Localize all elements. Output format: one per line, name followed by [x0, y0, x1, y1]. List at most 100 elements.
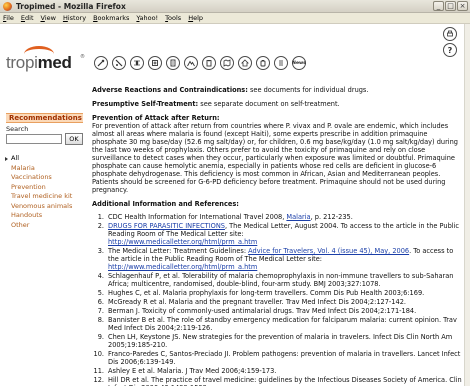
presumptive-heading: Presumptive Self-Treatment: [92, 100, 199, 108]
reference-text: Hill DR et al. The practice of travel me… [108, 376, 462, 386]
page-content: tropimed ® Recommendations Search OK All… [0, 24, 464, 386]
sidebar-item-vaccinations[interactable]: Vaccinations [3, 173, 85, 183]
tropimed-logo[interactable]: tropimed ® [4, 44, 86, 74]
reference-number: 12. [93, 376, 105, 384]
help-icon[interactable]: ? [443, 43, 457, 57]
reference-item: 8. Bannister B et al. The role of standby… [92, 316, 462, 332]
reference-number: 10. [93, 350, 105, 358]
reference-text: Ashley E et al. Malaria. J Trav Med 2006… [108, 367, 277, 375]
close-button[interactable]: × [457, 1, 468, 11]
menu-history[interactable]: History [63, 14, 86, 22]
vaccine-icon[interactable] [112, 56, 126, 70]
sidebar-item-venomous-animals[interactable]: Venomous animals [3, 202, 85, 212]
sidebar-item-malaria[interactable]: Malaria [3, 164, 85, 174]
home-icon[interactable] [238, 56, 252, 70]
menu-yahoo[interactable]: Yahoo! [136, 14, 158, 22]
search-ok-button[interactable]: OK [65, 133, 83, 145]
adverse-reactions-text: see documents for individual drugs. [247, 86, 369, 94]
menu-view[interactable]: View [41, 14, 56, 22]
clipboard-icon[interactable] [202, 56, 216, 70]
recommendations-heading: Recommendations [6, 113, 83, 123]
reference-text: CDC Health Information for International… [108, 213, 353, 221]
sidebar-item-travel-medicine-kit[interactable]: Travel medicine kit [3, 192, 85, 202]
map-icon[interactable] [220, 56, 234, 70]
reference-number: 7. [97, 307, 104, 315]
reference-number: 2. [97, 222, 104, 230]
reference-link[interactable]: Malaria [286, 213, 310, 221]
reference-number: 4. [97, 272, 104, 280]
reference-text: McGready R et al. Malaria and the pregna… [108, 298, 406, 306]
menu-file[interactable]: File [3, 14, 14, 22]
prevention-text: For prevention of attack after return fr… [92, 122, 458, 194]
syringe-icon[interactable] [94, 56, 108, 70]
mountain-icon[interactable] [184, 56, 198, 70]
medical-letter-link[interactable]: http://www.medicalletter.org/html/prm_a.… [108, 263, 257, 271]
reference-number: 11. [93, 367, 105, 375]
references-heading: Additional Information and References: [92, 200, 239, 208]
reference-item: 10. Franco-Paredes C, Santos-Preciado JI.… [92, 350, 462, 366]
references-list: 1. CDC Health Information for Internation… [92, 213, 462, 386]
adverse-reactions-heading: Adverse Reactions and Contraindications: [92, 86, 248, 94]
reference-item: 11. Ashley E et al. Malaria. J Trav Med 2… [92, 367, 462, 375]
reference-item: 3. The Medical Letter: Treatment Guidelin… [92, 247, 462, 271]
menu-help[interactable]: Help [188, 14, 203, 22]
reference-link[interactable]: Advice for Travelers, Vol. 4 (issue 45),… [248, 247, 409, 255]
list-icon[interactable] [274, 56, 288, 70]
hospital-icon[interactable] [148, 56, 162, 70]
reference-number: 1. [97, 213, 104, 221]
window-title: Tropimed - Mozilla Firefox [16, 1, 126, 11]
menu-edit[interactable]: Edit [21, 14, 34, 22]
menu-tools[interactable]: Tools [165, 14, 181, 22]
help-icon-group: ? [443, 27, 457, 59]
reference-text: Schlagenhauf P, et al. Tolerability of m… [108, 272, 454, 288]
news-icon[interactable]: News [292, 56, 306, 70]
minimize-button[interactable]: _ [433, 1, 444, 11]
reference-item: 9. Chen LH, Keystone JS. New strategies f… [92, 333, 462, 349]
reference-text: Berman J. Toxicity of commonly-used anti… [108, 307, 417, 315]
prevention-heading: Prevention of Attack after Return: [92, 114, 220, 122]
medical-letter-link[interactable]: http://www.medicalletter.org/html/prm_a.… [108, 238, 257, 246]
reference-item: 6. McGready R et al. Malaria and the preg… [92, 298, 462, 306]
reference-number: 5. [97, 289, 104, 297]
reference-text: Bannister B et al. The role of standby e… [108, 316, 457, 332]
search-input[interactable] [6, 134, 62, 144]
reference-text: Franco-Paredes C, Santos-Preciado JI. Pr… [108, 350, 461, 366]
reference-number: 6. [97, 298, 104, 306]
reference-text: DRUGS FOR PARASITIC INFECTIONS, The Medi… [108, 222, 460, 246]
mosquito-icon[interactable] [130, 56, 144, 70]
article-body: Adverse Reactions and Contraindications:… [92, 86, 462, 386]
reference-text: Chen LH, Keystone JS. New strategies for… [108, 333, 453, 349]
document-icon[interactable] [166, 56, 180, 70]
category-icon-bar: News [94, 56, 306, 70]
sidebar-item-handouts[interactable]: Handouts [3, 211, 85, 221]
reference-link[interactable]: DRUGS FOR PARASITIC INFECTIONS [108, 222, 225, 230]
sidebar-item-prevention[interactable]: Prevention [3, 183, 85, 193]
menu-bar: File Edit View History Bookmarks Yahoo! … [0, 13, 470, 24]
print-icon[interactable] [443, 27, 457, 41]
reference-item: 1. CDC Health Information for Internation… [92, 213, 462, 221]
pill-icon[interactable] [256, 56, 270, 70]
presumptive-paragraph: Presumptive Self-Treatment: see separate… [92, 100, 462, 108]
presumptive-text: see separate document on self-treatment. [198, 100, 340, 108]
window-title-bar: Tropimed - Mozilla Firefox _ □ × [0, 0, 470, 13]
search-label: Search [6, 125, 29, 133]
reference-item: 12. Hill DR et al. The practice of travel… [92, 376, 462, 386]
reference-text: The Medical Letter: Treatment Guidelines… [108, 247, 454, 271]
reference-item: 5. Hughes C, et al. Malaria prophylaxis f… [92, 289, 462, 297]
sidebar-nav: All Malaria Vaccinations Prevention Trav… [3, 154, 85, 230]
maximize-button[interactable]: □ [445, 1, 456, 11]
reference-number: 9. [97, 333, 104, 341]
sidebar-item-all[interactable]: All [3, 154, 85, 164]
reference-item: 4. Schlagenhauf P, et al. Tolerability of… [92, 272, 462, 288]
logo-text: tropimed [6, 53, 72, 72]
logo-registered-mark: ® [80, 54, 85, 60]
menu-bookmarks[interactable]: Bookmarks [93, 14, 129, 22]
window-controls: _ □ × [433, 1, 468, 11]
reference-item: 2. DRUGS FOR PARASITIC INFECTIONS, The Me… [92, 222, 462, 246]
reference-text: Hughes C, et al. Malaria prophylaxis for… [108, 289, 425, 297]
sidebar-item-other[interactable]: Other [3, 221, 85, 231]
reference-item: 7. Berman J. Toxicity of commonly-used an… [92, 307, 462, 315]
reference-number: 8. [97, 316, 104, 324]
reference-number: 3. [97, 247, 104, 255]
vertical-scrollbar[interactable] [464, 24, 470, 386]
